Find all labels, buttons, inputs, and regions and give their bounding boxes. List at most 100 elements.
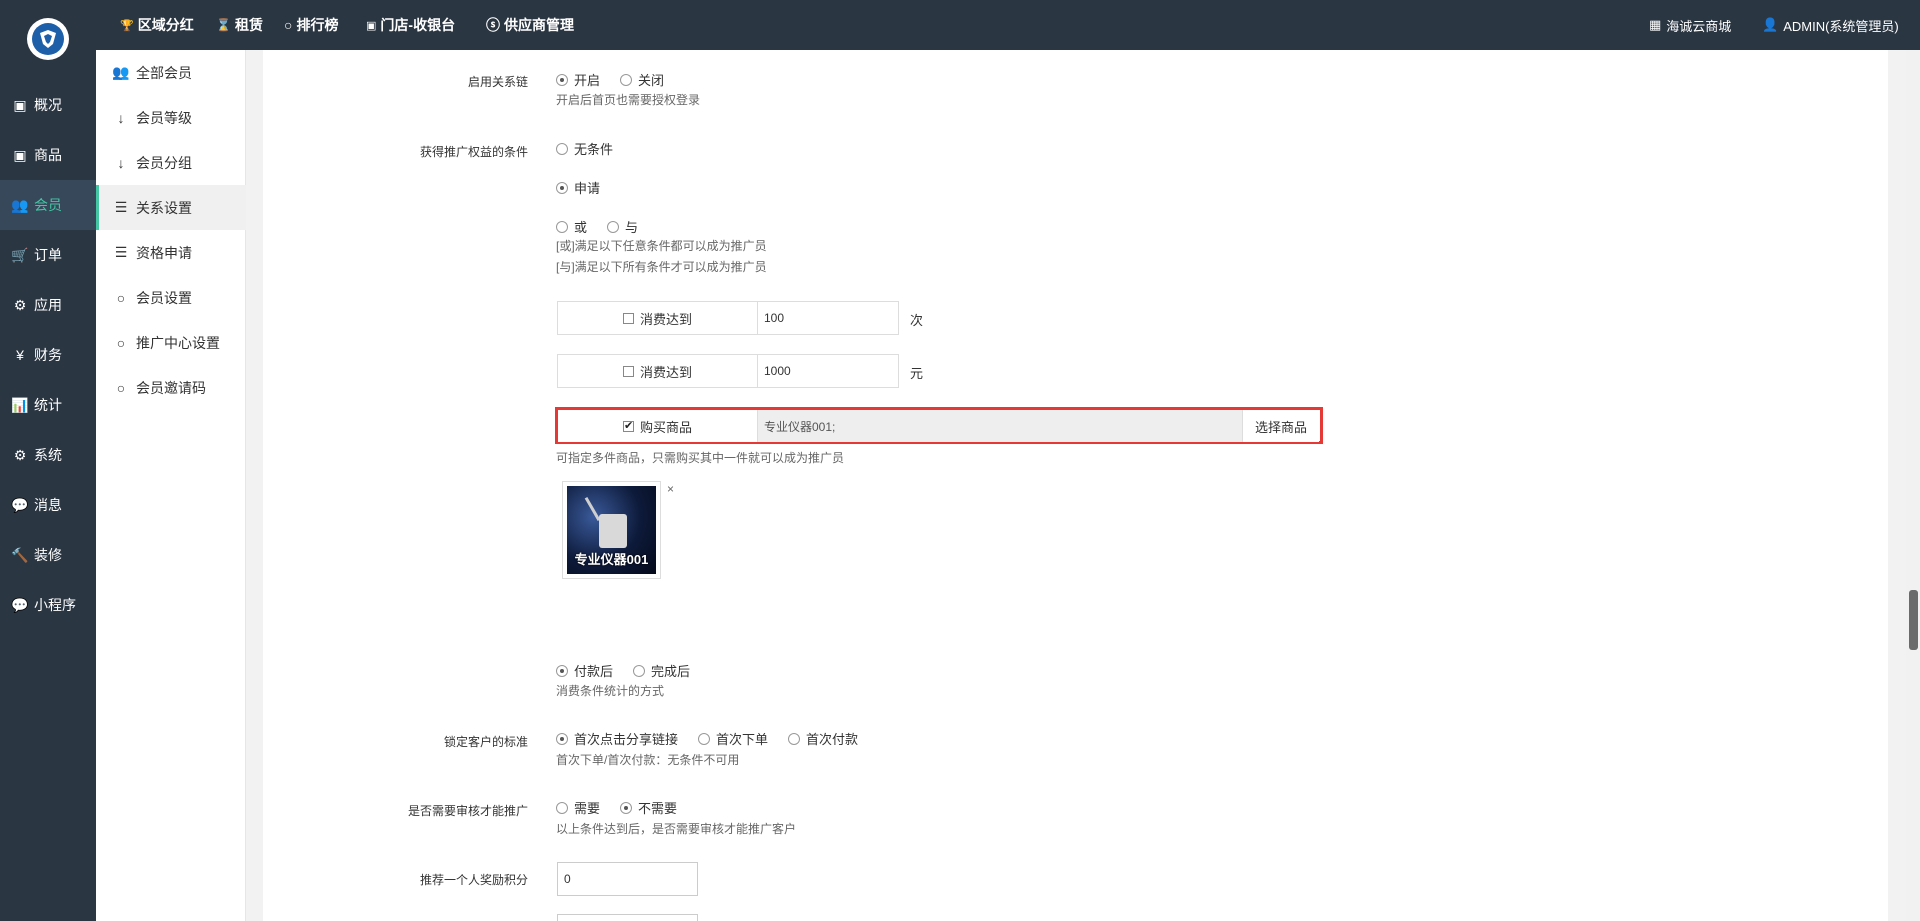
radio-apply[interactable] (556, 181, 568, 194)
lock-standard-radios: 首次点击分享链接 首次下单 首次付款 (556, 729, 858, 748)
sidebar-item-miniprogram[interactable]: 💬 小程序 (0, 580, 96, 630)
subnav-item-member-level[interactable]: ↓ 会员等级 (96, 95, 246, 140)
subnav-item-relation-settings[interactable]: ☰ 关系设置 (96, 185, 246, 230)
stat-method-radios: 付款后 完成后 (556, 661, 690, 680)
subnav-item-member-group[interactable]: ↓ 会员分组 (96, 140, 246, 185)
radio-and[interactable] (607, 220, 620, 233)
condition-amount-toggle[interactable]: 消费达到 (558, 355, 758, 387)
sidebar-item-goods[interactable]: ▣ 商品 (0, 130, 96, 180)
sidebar-item-members[interactable]: 👥 会员 (0, 180, 96, 230)
goods-image: 专业仪器001 (567, 486, 656, 574)
radio-label: 完成后 (651, 664, 691, 679)
radio-review-yes[interactable] (556, 801, 568, 814)
topnav-label: 门店-收银台 (380, 17, 456, 33)
next-field-input[interactable] (557, 914, 698, 921)
members-icon: 👥 (11, 196, 29, 213)
radio-label: 申请 (574, 181, 601, 196)
scrollbar-thumb[interactable] (1909, 590, 1918, 650)
goods-hint: 可指定多件商品，只需购买其中一件就可以成为推广员 (556, 451, 845, 465)
reward-points-input[interactable]: 0 (557, 862, 698, 896)
sidebar-item-label: 财务 (34, 347, 62, 363)
topnav-ranking[interactable]: ○ 排行榜 (284, 0, 338, 50)
logo-emblem-icon (32, 23, 64, 55)
topnav-region-dividend[interactable]: 🏆 区域分红 (120, 0, 194, 50)
condition-goods-checkbox[interactable] (622, 419, 634, 432)
subnav-item-label: 会员分组 (136, 154, 192, 171)
sidebar-item-overview[interactable]: ▣ 概况 (0, 80, 96, 130)
radio-after-payment[interactable] (556, 664, 568, 677)
sidebar-item-finance[interactable]: ¥ 财务 (0, 330, 96, 380)
condition-times-toggle[interactable]: 消费达到 (558, 302, 758, 334)
radio-relation-on[interactable] (556, 73, 568, 86)
condition-label: 消费达到 (639, 311, 692, 327)
need-review-hint: 以上条件达到后，是否需要审核才能推广客户 (556, 822, 797, 836)
subnav-item-member-settings[interactable]: ○ 会员设置 (96, 275, 246, 320)
sidebar-item-messages[interactable]: 💬 消息 (0, 480, 96, 530)
selected-goods-field: 专业仪器001; (758, 410, 1243, 442)
radio-first-pay[interactable] (788, 732, 801, 745)
sidebar-item-apps[interactable]: ⚙ 应用 (0, 280, 96, 330)
radio-first-order[interactable] (698, 732, 711, 745)
topnav-supplier[interactable]: ⓢ 供应商管理 (486, 0, 574, 50)
goods-thumbnail: 专业仪器001 (562, 481, 661, 579)
system-icon: ⚙ (13, 446, 27, 463)
subnav-item-all-members[interactable]: 👥 全部会员 (96, 50, 246, 95)
sidebar-item-decorate[interactable]: 🔨 装修 (0, 530, 96, 580)
condition-amount-checkbox[interactable] (622, 365, 634, 377)
subnav-item-label: 会员邀请码 (136, 379, 206, 396)
subnav-item-label: 关系设置 (136, 199, 192, 216)
logo[interactable] (27, 18, 69, 60)
topnav-rental[interactable]: ⌛ 租赁 (216, 0, 263, 50)
promo-or-hint: [或]满足以下任意条件都可以成为推广员 (556, 239, 767, 253)
need-review-radios: 需要 不需要 (556, 798, 677, 817)
page-scrollbar[interactable] (1906, 50, 1920, 921)
subnav-item-label: 推广中心设置 (136, 334, 220, 351)
subnav-item-label: 会员设置 (136, 289, 192, 306)
member-subnav: 👥 全部会员 ↓ 会员等级 ↓ 会员分组 ☰ 关系设置 ☰ 资格申请 ○ 会员设… (96, 50, 246, 921)
radio-label: 关闭 (638, 73, 665, 88)
sidebar-item-label: 装修 (34, 547, 62, 563)
hourglass-icon: ⌛ (216, 18, 231, 32)
top-bar: 🏆 区域分红 ⌛ 租赁 ○ 排行榜 ▣ 门店-收银台 ⓢ 供应商管理 ▦ 海诚云… (96, 0, 1920, 50)
radio-after-complete[interactable] (633, 664, 646, 677)
shop-switcher[interactable]: ▦ 海诚云商城 (1649, 0, 1731, 50)
relation-chain-hint: 开启后首页也需要授权登录 (556, 93, 701, 107)
sidebar-item-system[interactable]: ⚙ 系统 (0, 430, 96, 480)
radio-label: 首次付款 (806, 732, 859, 747)
sidebar-item-label: 应用 (34, 297, 62, 313)
need-review-label: 是否需要审核才能推广 (407, 804, 528, 818)
main-sidebar: ▣ 概况 ▣ 商品 👥 会员 🛒 订单 ⚙ 应用 ¥ 财务 📊 统计 ⚙ 系统 … (0, 0, 96, 921)
condition-times-checkbox[interactable] (622, 312, 634, 324)
topnav-label: 租赁 (234, 17, 263, 33)
sidebar-item-label: 会员 (34, 197, 62, 213)
condition-goods-toggle[interactable]: 购买商品 (558, 410, 758, 442)
condition-goods-group: 购买商品 专业仪器001; 选择商品 (558, 410, 1319, 442)
condition-amount-input[interactable]: 1000 (758, 355, 898, 387)
radio-review-no[interactable] (620, 801, 633, 814)
dashboard-icon: ▦ (1649, 17, 1662, 32)
subnav-item-qualification[interactable]: ☰ 资格申请 (96, 230, 246, 275)
condition-times-unit: 次 (910, 313, 924, 328)
relation-chain-label: 启用关系链 (467, 75, 528, 89)
remove-goods-icon[interactable]: × (667, 482, 674, 496)
select-goods-button[interactable]: 选择商品 (1243, 410, 1319, 442)
sidebar-item-label: 消息 (34, 497, 62, 513)
condition-times-input[interactable]: 100 (758, 302, 898, 334)
message-icon: 💬 (11, 496, 29, 513)
subnav-item-invite-code[interactable]: ○ 会员邀请码 (96, 365, 246, 410)
sidebar-item-stats[interactable]: 📊 统计 (0, 380, 96, 430)
sidebar-item-label: 订单 (34, 247, 62, 263)
subnav-item-promo-center[interactable]: ○ 推广中心设置 (96, 320, 246, 365)
topnav-store-cashier[interactable]: ▣ 门店-收银台 (366, 0, 455, 50)
user-menu[interactable]: 👤 ADMIN(系统管理员) (1762, 0, 1899, 50)
radio-relation-off[interactable] (620, 73, 633, 86)
radio-or[interactable] (556, 220, 568, 233)
topnav-label: 排行榜 (296, 17, 339, 33)
promo-condition-label: 获得推广权益的条件 (419, 145, 528, 159)
radio-no-condition[interactable] (556, 142, 568, 155)
promo-and-hint: [与]满足以下所有条件才可以成为推广员 (556, 260, 767, 274)
shop-label: 海诚云商城 (1666, 18, 1732, 34)
sidebar-item-orders[interactable]: 🛒 订单 (0, 230, 96, 280)
radio-first-click[interactable] (556, 732, 568, 745)
radio-label: 首次点击分享链接 (574, 732, 679, 747)
